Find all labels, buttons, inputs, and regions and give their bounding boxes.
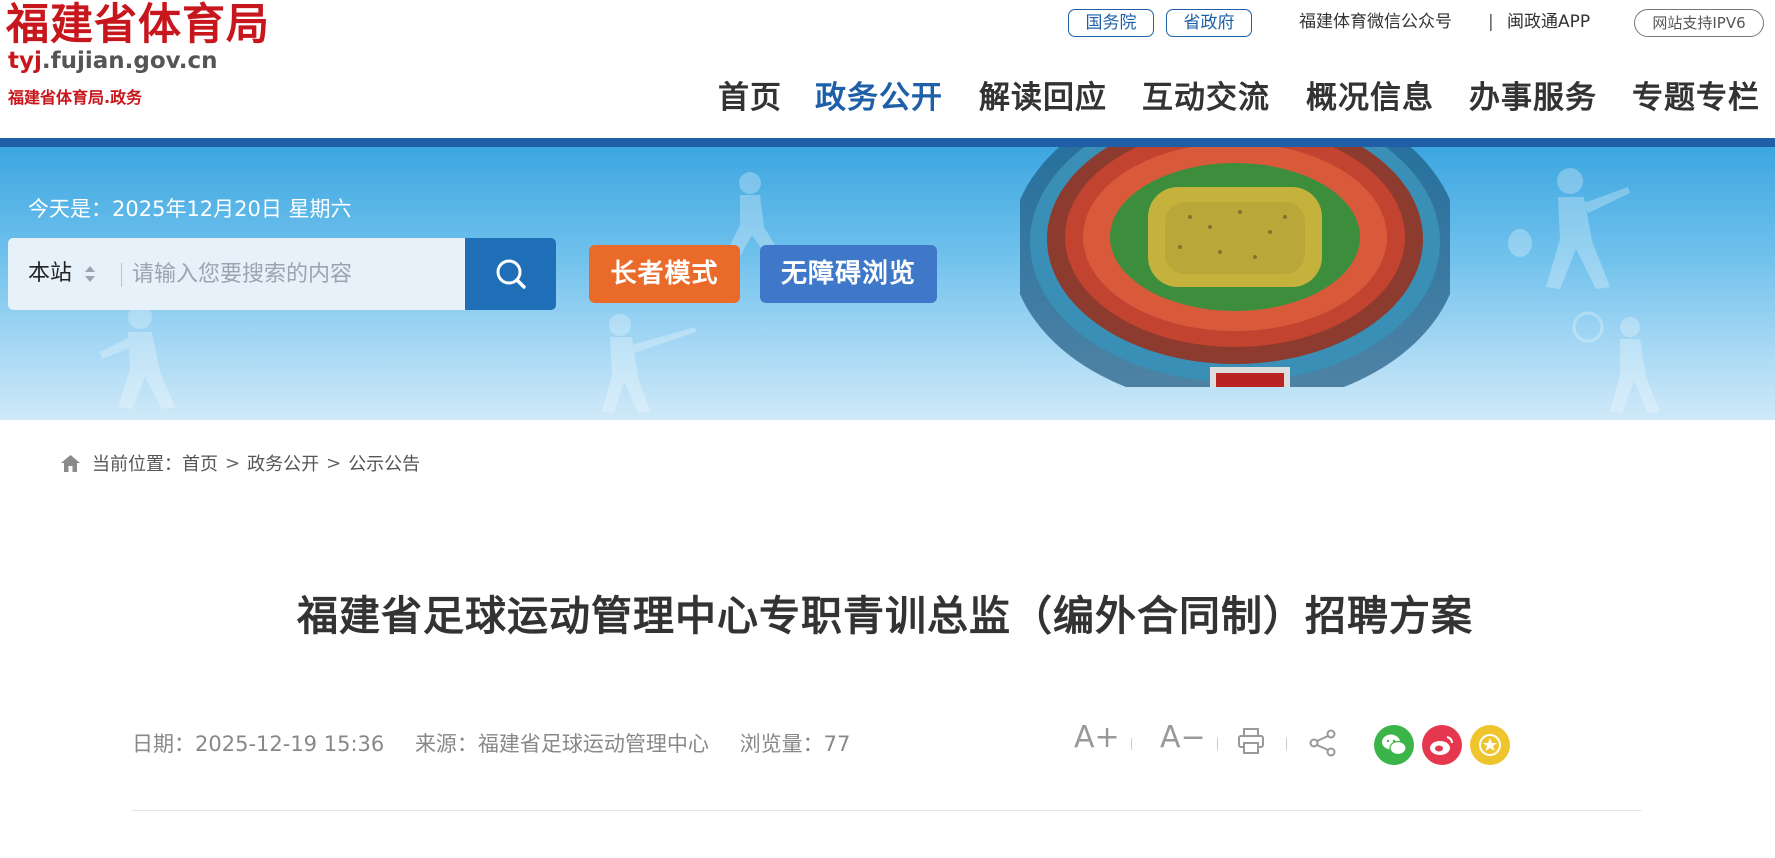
breadcrumb-notices[interactable]: 公示公告 bbox=[348, 450, 420, 476]
logo-domain-rest: .fujian.gov.cn bbox=[41, 48, 218, 74]
nav-item-interpretation[interactable]: 解读回应 bbox=[979, 72, 1107, 117]
search-icon bbox=[496, 259, 526, 289]
stadium-image bbox=[1020, 147, 1450, 387]
pingpong-silhouette-icon bbox=[1508, 168, 1630, 289]
wechat-account-link[interactable]: 福建体育微信公众号 bbox=[1299, 9, 1452, 35]
elder-mode-button[interactable]: 长者模式 bbox=[589, 245, 740, 303]
ipv6-badge: 网站支持IPV6 bbox=[1634, 9, 1764, 37]
article-source: 来源：福建省足球运动管理中心 bbox=[414, 732, 709, 756]
state-council-link[interactable]: 国务院 bbox=[1068, 9, 1154, 37]
nav-item-overview[interactable]: 概况信息 bbox=[1306, 72, 1434, 117]
breadcrumb: 当前位置： 首页 > 政务公开 > 公示公告 bbox=[60, 450, 420, 476]
publish-date: 日期：2025-12-19 15:36 bbox=[132, 732, 385, 756]
wechat-icon bbox=[1382, 734, 1407, 756]
article-meta: 日期：2025-12-19 15:36 来源：福建省足球运动管理中心 浏览量：7… bbox=[132, 728, 874, 758]
logo-domain-prefix: tyj bbox=[8, 48, 42, 74]
site-logo-domain[interactable]: tyj.fujian.gov.cn bbox=[8, 48, 218, 74]
print-icon[interactable] bbox=[1236, 726, 1266, 756]
top-link-divider: | bbox=[1488, 12, 1494, 32]
search-scope-select[interactable]: 本站 bbox=[28, 238, 72, 310]
province-gov-link[interactable]: 省政府 bbox=[1166, 9, 1252, 37]
athlete-silhouette-icon bbox=[100, 305, 175, 409]
site-logo-title[interactable]: 福建省体育局 bbox=[6, 0, 270, 52]
font-increase-button[interactable]: A+ bbox=[1074, 720, 1120, 755]
weibo-share-button[interactable] bbox=[1422, 725, 1462, 765]
tool-separator bbox=[1286, 738, 1287, 750]
batter-silhouette-icon bbox=[602, 314, 696, 413]
breadcrumb-gov-affairs[interactable]: 政务公开 bbox=[247, 450, 319, 476]
current-date: 今天是：2025年12月20日 星期六 bbox=[28, 197, 352, 221]
search-divider bbox=[121, 263, 122, 287]
hero-banner: 今天是：2025年12月20日 星期六 本站 长者模式 无障碍浏览 bbox=[0, 147, 1775, 420]
breadcrumb-label: 当前位置： bbox=[92, 454, 182, 475]
site-header: 福建省体育局 tyj.fujian.gov.cn 福建省体育局.政务 国务院 省… bbox=[0, 0, 1775, 138]
search-button[interactable] bbox=[465, 238, 556, 310]
app-link[interactable]: 闽政通APP bbox=[1507, 9, 1590, 35]
meta-divider bbox=[132, 810, 1642, 811]
view-count: 浏览量：77 bbox=[739, 732, 851, 756]
weibo-icon bbox=[1430, 736, 1454, 755]
breadcrumb-separator: > bbox=[225, 452, 241, 474]
home-icon bbox=[61, 454, 80, 472]
font-decrease-button[interactable]: A− bbox=[1160, 720, 1206, 755]
header-divider bbox=[0, 138, 1775, 147]
tool-separator bbox=[1217, 738, 1218, 750]
nav-item-services[interactable]: 办事服务 bbox=[1469, 72, 1597, 117]
site-logo-subtitle: 福建省体育局.政务 bbox=[8, 88, 143, 107]
article-title: 福建省足球运动管理中心专职青训总监（编外合同制）招聘方案 bbox=[297, 592, 1473, 640]
accessible-browse-button[interactable]: 无障碍浏览 bbox=[760, 245, 937, 303]
wechat-share-button[interactable] bbox=[1374, 725, 1414, 765]
star-icon bbox=[1479, 734, 1501, 756]
nav-item-interaction[interactable]: 互动交流 bbox=[1142, 72, 1270, 117]
nav-item-home[interactable]: 首页 bbox=[718, 72, 782, 117]
breadcrumb-home[interactable]: 首页 bbox=[182, 450, 218, 476]
breadcrumb-separator: > bbox=[326, 452, 342, 474]
tennis-silhouette-icon bbox=[1572, 311, 1660, 413]
nav-item-gov-affairs[interactable]: 政务公开 bbox=[815, 72, 943, 117]
tool-separator bbox=[1131, 738, 1132, 750]
nav-item-topics[interactable]: 专题专栏 bbox=[1632, 72, 1760, 117]
search-input[interactable] bbox=[132, 252, 462, 296]
article-container: 当前位置： 首页 > 政务公开 > 公示公告 福建省足球运动管理中心专职青训总监… bbox=[8, 420, 1762, 858]
share-icon[interactable] bbox=[1308, 728, 1338, 758]
search-bar: 本站 bbox=[8, 238, 556, 310]
favorite-button[interactable] bbox=[1470, 725, 1510, 765]
scope-updown-icon[interactable] bbox=[84, 263, 96, 285]
